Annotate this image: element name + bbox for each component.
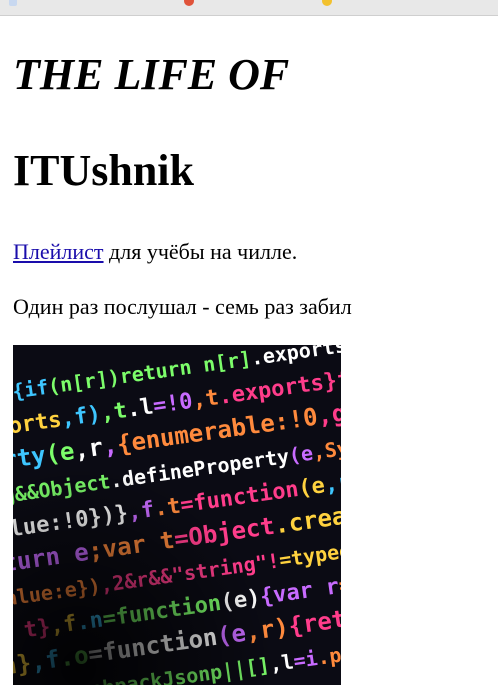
intro-text: для учёбы на чилле. <box>103 239 298 264</box>
page-title: ITUshnik <box>13 146 195 195</box>
playlist-link[interactable]: Плейлист <box>13 239 104 264</box>
code-image-vignette <box>13 345 341 685</box>
tagline-paragraph: Один раз послушал - семь раз забил <box>13 294 352 319</box>
browser-tab-strip <box>0 0 498 16</box>
intro-paragraph: Плейлист для учёбы на чилле. <box>13 239 297 265</box>
tab-indicator-icon <box>184 0 194 6</box>
tab-indicator-icon <box>322 0 332 6</box>
tab-favicon-icon <box>9 0 17 6</box>
code-image-graphic: r,f){if(n[r])return n[r].exports;var t=n… <box>13 345 341 685</box>
code-image: r,f){if(n[r])return n[r].exports;var t=n… <box>13 345 341 685</box>
page-title-italic: THE LIFE OF <box>13 50 290 99</box>
